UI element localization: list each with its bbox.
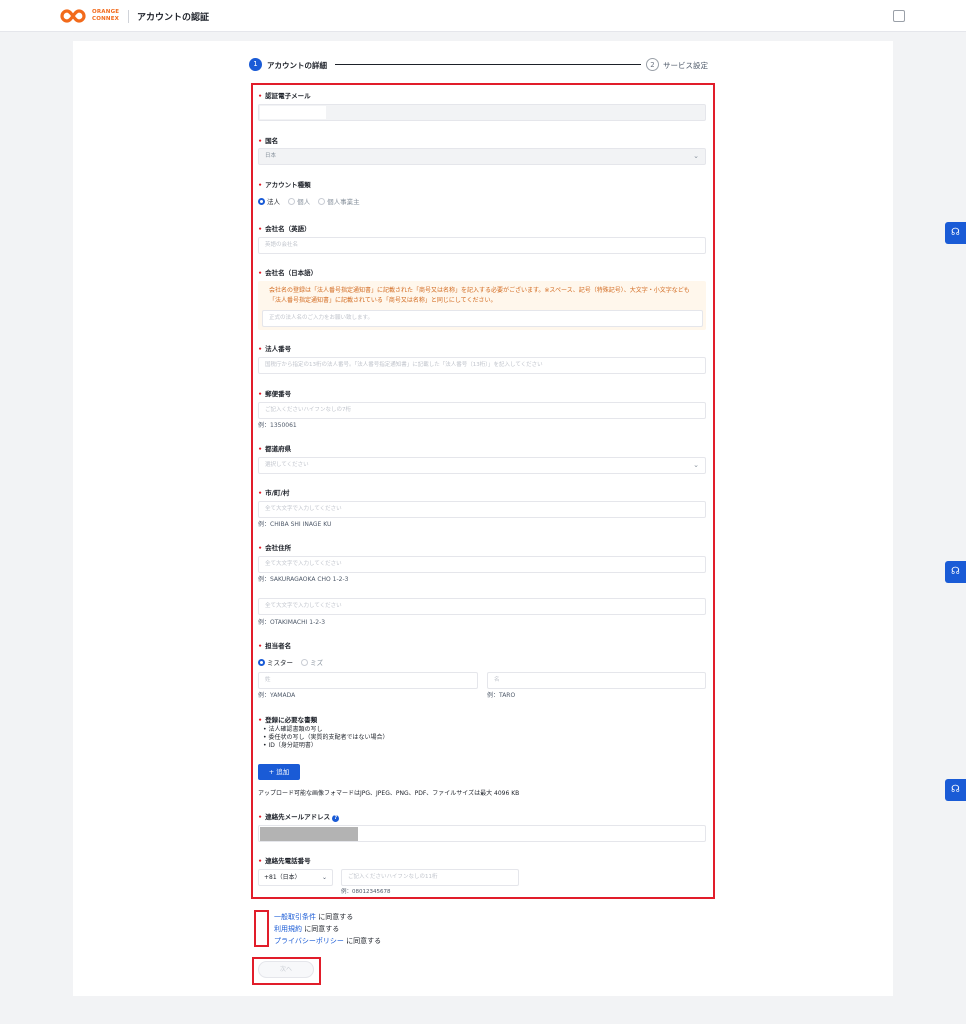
agree-terms-of-trade[interactable]: 一般取引条件 に同意する <box>274 912 353 922</box>
support-headset-icon[interactable]: ☊ <box>945 561 966 583</box>
list-item: • ID（身分証明書） <box>263 742 317 749</box>
radio-ms[interactable]: ミズ <box>301 659 323 667</box>
city-example: 例：CHIBA SHI INAGE KU <box>258 521 332 528</box>
address-line1-input[interactable]: 全て大文字で入力してください <box>258 556 706 573</box>
chevron-down-icon: ⌄ <box>693 152 699 160</box>
postal-example: 例：1350061 <box>258 422 297 429</box>
radio-corporation[interactable]: 法人 <box>258 198 280 206</box>
corp-number-input[interactable]: 国税庁から指定の13桁の法人番号。「法人番号指定通知書」に記載した「法人番号（1… <box>258 357 706 374</box>
contact-name-label: • 担当者名 <box>258 642 292 650</box>
contact-email-label: • 連絡先メールアドレス? <box>258 811 340 822</box>
first-name-example: 例：TARO <box>487 692 516 699</box>
company-en-label: • 会社名（英語） <box>258 225 311 233</box>
list-item: • 委任状の写し（実質的支配者ではない場合） <box>263 734 389 741</box>
step-connector <box>335 64 641 65</box>
address-line2-input[interactable]: 全て大文字で入力してください <box>258 598 706 615</box>
chevron-down-icon: ⌄ <box>321 874 327 881</box>
country-code-select[interactable]: +81（日本） ⌄ <box>258 869 333 886</box>
support-headset-icon[interactable]: ☊ <box>945 222 966 244</box>
step-2-label: サービス設定 <box>663 61 708 70</box>
step-1-label: アカウントの詳細 <box>267 61 327 70</box>
city-label: • 市/町/村 <box>258 489 290 497</box>
company-en-input[interactable]: 英語の会社名 <box>258 237 706 254</box>
postal-input[interactable]: ご記入くださいハイフンなしの7桁 <box>258 402 706 419</box>
prefecture-label: • 都道府県 <box>258 445 292 453</box>
account-type-radio-group: 法人 個人 個人事業主 <box>258 196 366 206</box>
address-line1-example: 例：SAKURAGAOKA CHO 1-2-3 <box>258 576 349 583</box>
last-name-example: 例：YAMADA <box>258 692 296 699</box>
documents-list: • 法人確認書類の写し • 委任状の写し（実質的支配者ではない場合） • ID（… <box>263 726 388 750</box>
chart-icon[interactable] <box>893 10 905 22</box>
step-2-number: 2 <box>646 58 659 71</box>
prefecture-select[interactable]: 選択してください ⌄ <box>258 457 706 474</box>
terms-of-use-link[interactable]: 利用規約 <box>274 925 302 933</box>
company-ja-input[interactable]: 正式の法人名のご入力をお願い致します。 <box>262 310 703 327</box>
agreement-checkbox-highlight[interactable] <box>254 910 269 947</box>
support-headset-icon[interactable]: ☊ <box>945 779 966 801</box>
first-name-input[interactable]: 名 <box>487 672 706 689</box>
city-input[interactable]: 全て大文字で入力してください <box>258 501 706 518</box>
title-radio-group: ミスター ミズ <box>258 657 329 667</box>
phone-input[interactable]: ご記入くださいハイフンなしの11桁 <box>341 869 519 886</box>
add-document-button[interactable]: + 追加 <box>258 764 300 780</box>
logo[interactable]: ORANGE CONNEX <box>60 9 120 24</box>
country-label: • 国名 <box>258 137 279 145</box>
terms-of-trade-link[interactable]: 一般取引条件 <box>274 913 316 921</box>
agree-privacy-policy[interactable]: プライバシーポリシー に同意する <box>274 936 381 946</box>
page-title: アカウントの認証 <box>137 13 210 23</box>
corp-number-label: • 法人番号 <box>258 345 292 353</box>
postal-label: • 郵便番号 <box>258 390 292 398</box>
radio-mister[interactable]: ミスター <box>258 659 293 667</box>
agree-terms-of-use[interactable]: 利用規約 に同意する <box>274 924 339 934</box>
phone-example: 例：08012345678 <box>341 889 391 895</box>
next-button[interactable]: 次へ <box>258 961 314 978</box>
phone-label: • 連絡先電話番号 <box>258 857 311 865</box>
company-ja-label: • 会社名（日本語） <box>258 269 318 277</box>
list-item: • 法人確認書類の写し <box>263 726 323 733</box>
logo-mark-icon <box>60 9 86 23</box>
chevron-down-icon: ⌄ <box>693 461 699 469</box>
last-name-input[interactable]: 姓 <box>258 672 478 689</box>
account-type-label: • アカウント種類 <box>258 181 311 189</box>
info-icon[interactable]: ? <box>332 815 340 822</box>
privacy-policy-link[interactable]: プライバシーポリシー <box>274 937 344 945</box>
notice-text: 会社名の登録は「法人番号指定通知書」に記載された「商号又は名称」を記入する必要が… <box>269 287 690 304</box>
address-label: • 会社住所 <box>258 544 292 552</box>
radio-sole-proprietor[interactable]: 個人事業主 <box>318 198 360 206</box>
upload-note: アップロード可能な画像フォマードはJPG、JPEG、PNG、PDF、ファイルサイ… <box>258 790 520 797</box>
contact-email-masked-value <box>260 827 358 841</box>
address-line2-example: 例：OTAKIMACHI 1-2-3 <box>258 619 326 626</box>
company-ja-notice: 会社名の登録は「法人番号指定通知書」に記載された「商号又は名称」を記入する必要が… <box>258 281 706 330</box>
stepper: 1 アカウントの詳細 2 サービス設定 <box>249 58 714 74</box>
country-select: 日本 ⌄ <box>258 148 706 165</box>
email-masked-value <box>260 106 326 119</box>
email-label: • 認証電子メール <box>258 92 311 100</box>
top-bar: ORANGE CONNEX アカウントの認証 <box>0 0 966 32</box>
logo-text: ORANGE CONNEX <box>92 9 120 22</box>
header-divider <box>128 10 129 23</box>
documents-label: • 登録に必要な書類 <box>258 716 318 724</box>
step-1-number: 1 <box>249 58 262 71</box>
radio-individual[interactable]: 個人 <box>288 198 310 206</box>
